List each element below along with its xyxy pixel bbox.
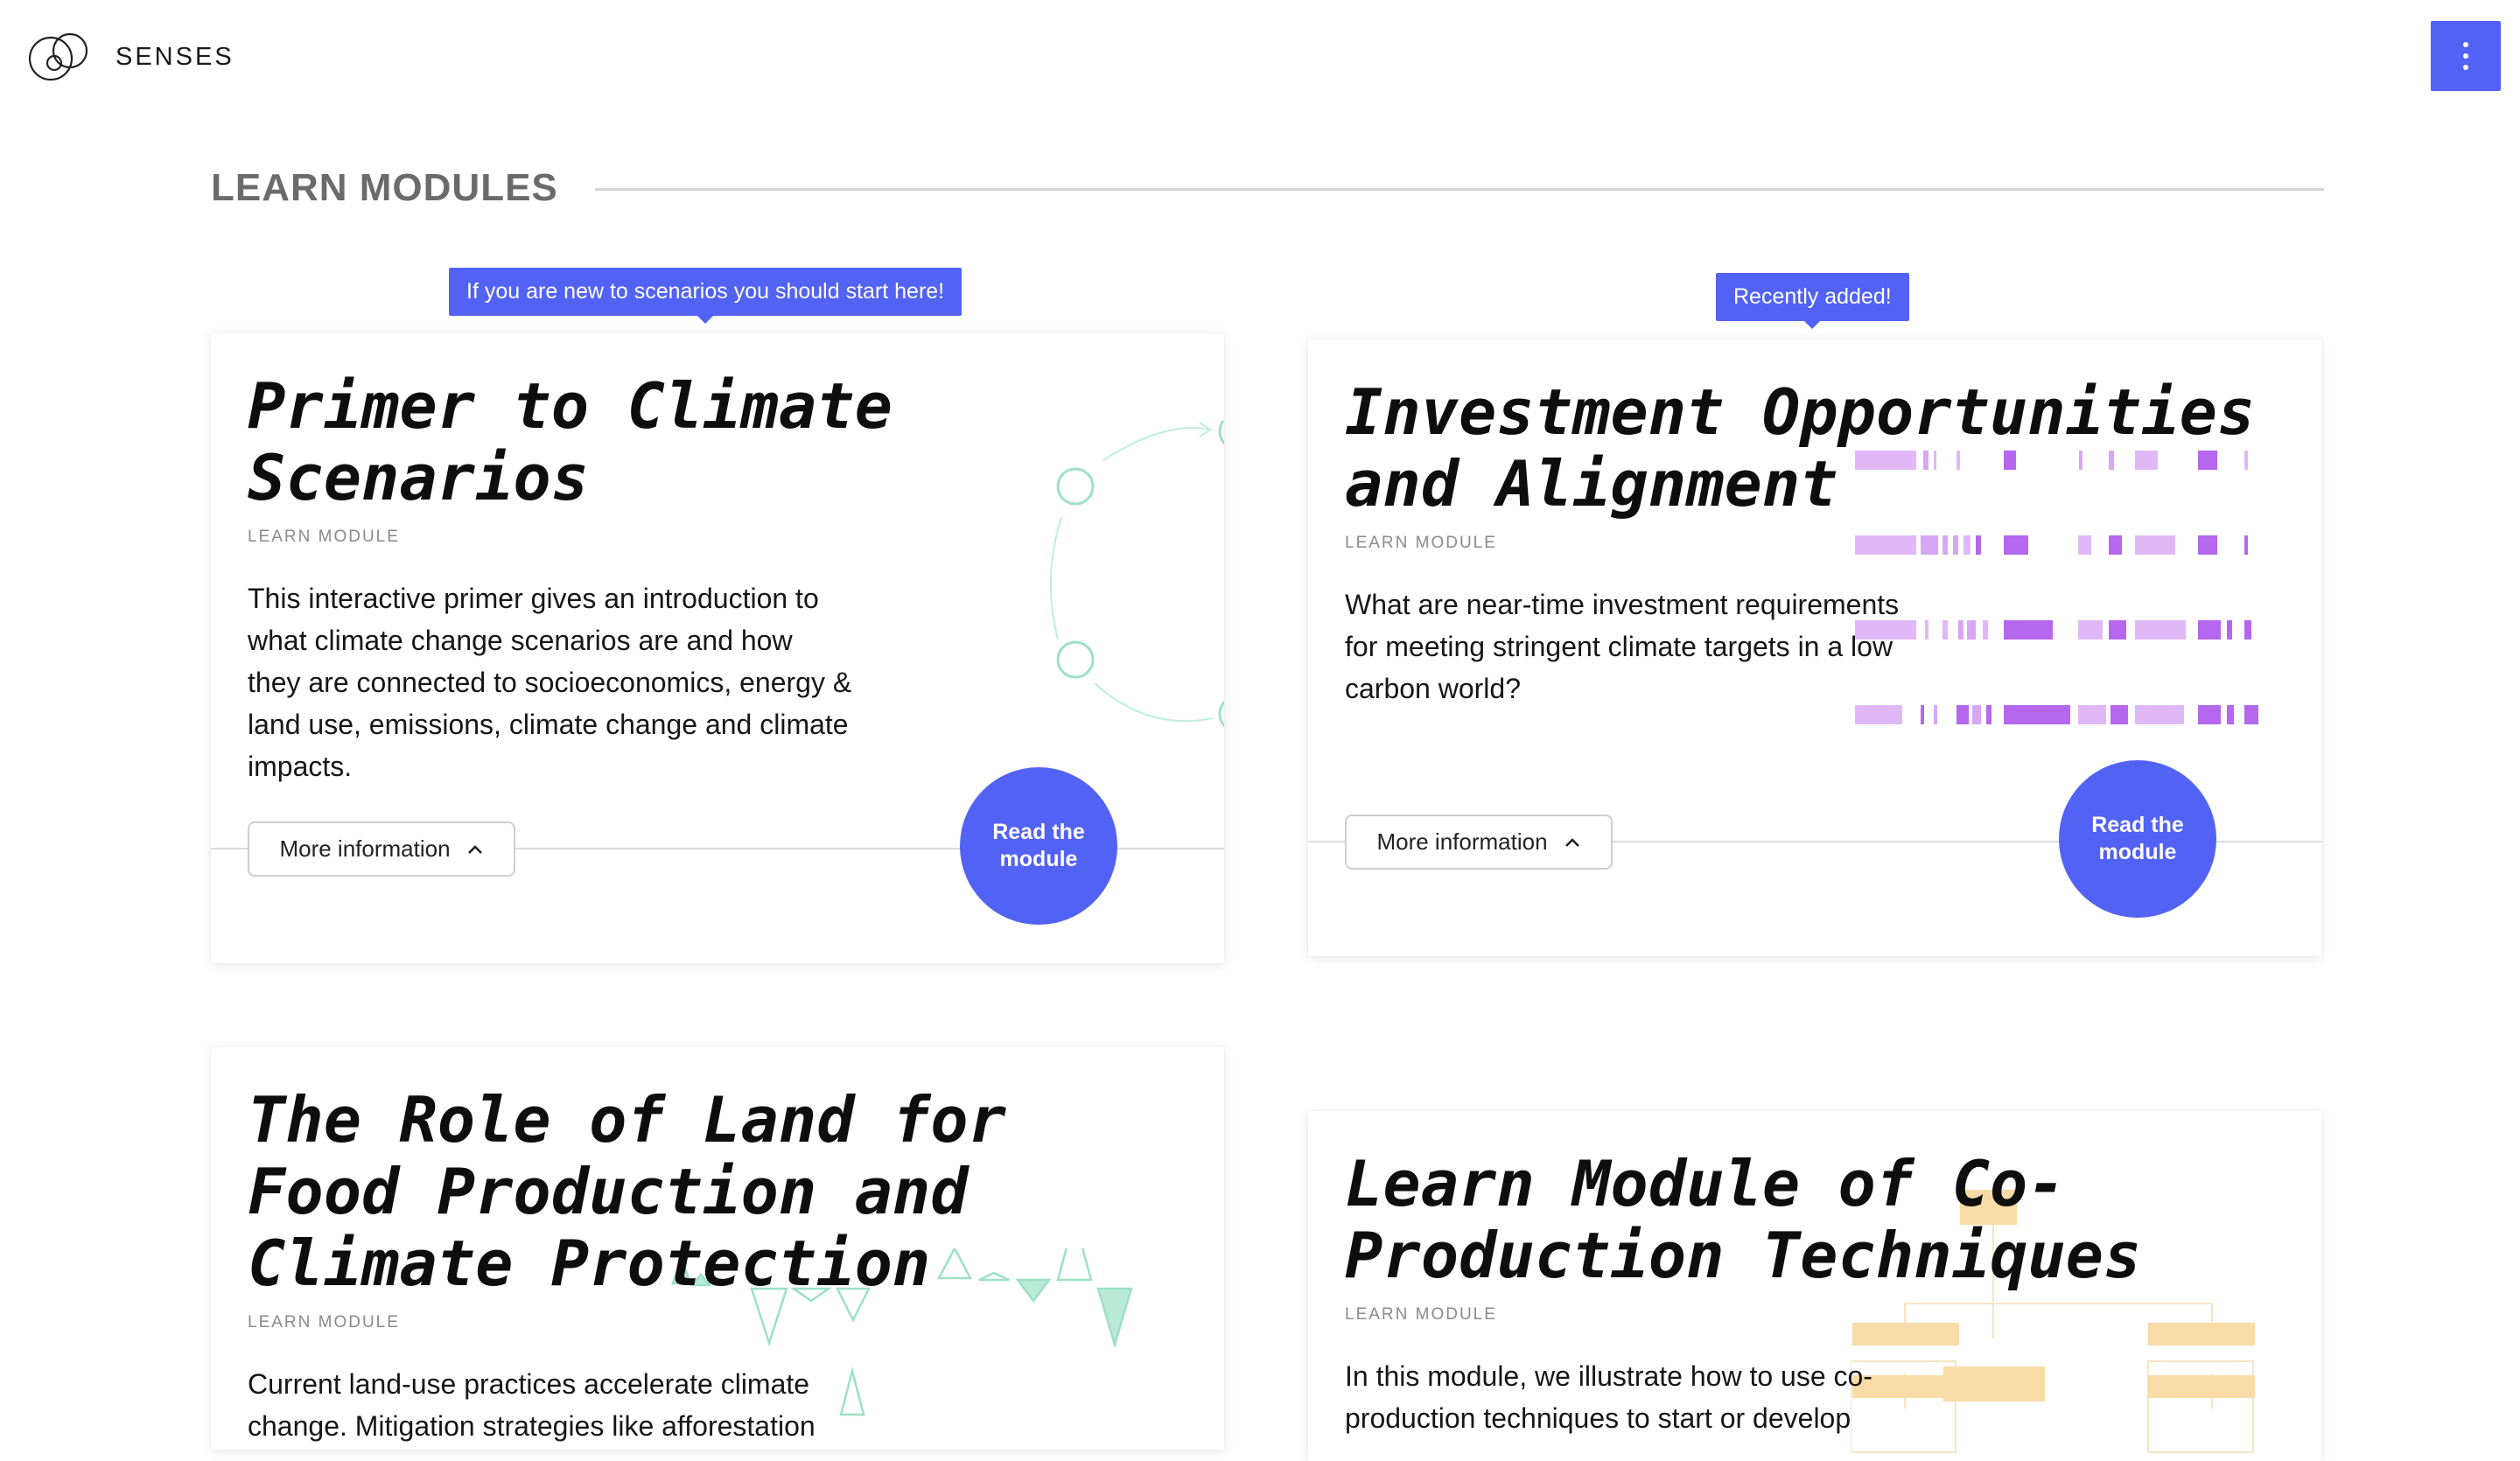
card-title: Investment Opportunities and Alignment <box>1345 375 2256 521</box>
section-title: LEARN MODULES <box>211 166 558 209</box>
more-information-label: More information <box>279 835 451 862</box>
more-information-button[interactable]: More information <box>1345 814 1613 870</box>
card-description: In this module, we illustrate how to use… <box>1345 1360 1872 1434</box>
card-kicker: LEARN MODULE <box>248 528 400 546</box>
card-primer-to-climate-scenarios[interactable]: Primer to Climate Scenarios LEARN MODULE… <box>211 333 1224 963</box>
logo-text: SENSES <box>116 42 234 71</box>
callout-recently-added: Recently added! <box>1716 273 1909 329</box>
callout-start-here: If you are new to scenarios you should s… <box>449 268 962 324</box>
senses-logo[interactable]: SENSES <box>28 31 234 82</box>
section-divider <box>595 188 2324 191</box>
card-kicker: LEARN MODULE <box>1345 1305 1497 1324</box>
card-kicker: LEARN MODULE <box>1345 534 1497 552</box>
card-co-production-techniques[interactable]: Learn Module of Co- Production Technique… <box>1308 1111 2321 1461</box>
card-description: What are near-time investment requiremen… <box>1345 589 1900 704</box>
chevron-up-icon <box>1564 837 1579 847</box>
card-kicker: LEARN MODULE <box>248 1313 400 1332</box>
card-title: The Role of Land for Food Production and… <box>248 1083 1006 1300</box>
more-information-label: More information <box>1376 828 1548 855</box>
menu-button[interactable] <box>2431 21 2501 91</box>
chevron-up-icon <box>467 844 482 854</box>
vertical-dots-icon <box>2463 42 2468 70</box>
card-title: Learn Module of Co- Production Technique… <box>1345 1147 2142 1292</box>
more-information-button[interactable]: More information <box>248 821 515 877</box>
card-description: This interactive primer gives an introdu… <box>248 583 852 782</box>
card-title: Primer to Climate Scenarios <box>248 369 892 514</box>
read-module-button[interactable]: Read the module <box>2059 760 2216 918</box>
card-description: Current land-use practices accelerate cl… <box>248 1368 816 1442</box>
read-module-button[interactable]: Read the module <box>960 767 1117 925</box>
card-investment-opportunities[interactable]: Investment Opportunities and Alignment L… <box>1308 339 2321 956</box>
interlocking-circles-logo-icon <box>28 32 88 81</box>
card-role-of-land[interactable]: The Role of Land for Food Production and… <box>211 1047 1224 1450</box>
